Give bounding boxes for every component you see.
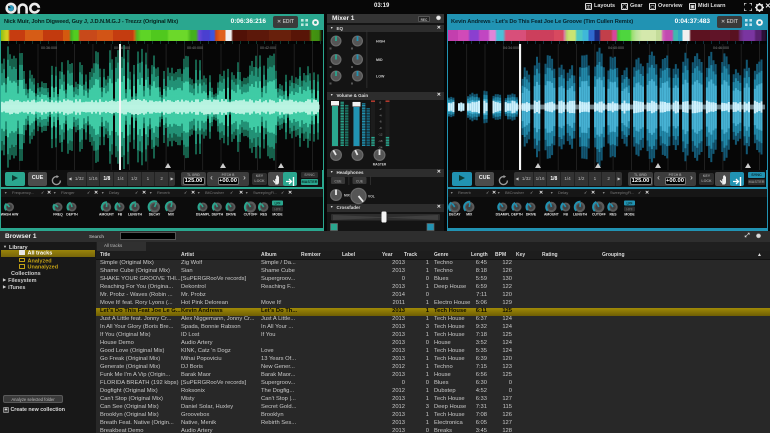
svg-text:VOL: VOL (368, 195, 375, 199)
svg-text:04:34:000: 04:34:000 (503, 46, 519, 50)
svg-text:-2: -2 (379, 107, 382, 111)
svg-text:-6: -6 (379, 120, 382, 124)
svg-text:DEPTH: DEPTH (212, 212, 224, 216)
svg-text:00:38:000: 00:38:000 (114, 46, 130, 50)
svg-text:RES: RES (610, 212, 618, 216)
svg-text:00:36:000: 00:36:000 (41, 46, 57, 50)
svg-text:DECAY: DECAY (449, 212, 461, 216)
svg-text:MIX: MIX (344, 194, 351, 198)
svg-text:04:40:000: 04:40:000 (608, 46, 624, 50)
svg-text:-12: -12 (378, 133, 383, 137)
svg-text:MASTER: MASTER (373, 163, 387, 167)
svg-text:0: 0 (379, 101, 381, 105)
svg-text:00:42:000: 00:42:000 (260, 46, 276, 50)
svg-text:LOW: LOW (376, 75, 385, 79)
svg-text:CUTOFF: CUTOFF (592, 212, 606, 216)
svg-text:-9: -9 (379, 126, 382, 130)
svg-text:LPF: LPF (626, 201, 632, 205)
svg-text:HPF: HPF (274, 207, 280, 211)
svg-text:DRIVE: DRIVE (226, 212, 237, 216)
svg-text:-4: -4 (379, 113, 382, 117)
svg-text:WASH A/W: WASH A/W (1, 212, 19, 216)
svg-text:DECAY: DECAY (149, 212, 161, 216)
svg-text:DSAMPL: DSAMPL (196, 212, 210, 216)
svg-text:CUE: CUE (334, 179, 342, 183)
svg-text:DRIVE: DRIVE (526, 212, 537, 216)
svg-text:MODE: MODE (272, 212, 283, 216)
svg-text:LPF: LPF (274, 201, 280, 205)
svg-text:FB: FB (563, 212, 568, 216)
svg-text:-18: -18 (378, 139, 383, 143)
svg-text:MIX: MIX (168, 212, 175, 216)
svg-text:DEPTH: DEPTH (511, 212, 523, 216)
svg-text:FB: FB (118, 212, 123, 216)
svg-text:AMOUNT: AMOUNT (99, 212, 115, 216)
svg-text:AMOUNT: AMOUNT (544, 212, 560, 216)
svg-text:LENGTH: LENGTH (573, 212, 587, 216)
svg-text:-24: -24 (378, 145, 383, 149)
svg-text:CUE: CUE (356, 179, 364, 183)
svg-text:MIX: MIX (466, 212, 473, 216)
svg-text:04:46:000: 04:46:000 (713, 46, 729, 50)
svg-text:FREQ: FREQ (53, 212, 63, 216)
svg-text:HPF: HPF (626, 207, 632, 211)
svg-text:MID: MID (376, 58, 383, 62)
svg-text:MODE: MODE (624, 212, 635, 216)
svg-text:00:40:000: 00:40:000 (187, 46, 203, 50)
svg-text:DSAMPL: DSAMPL (496, 212, 510, 216)
svg-text:HIGH: HIGH (376, 40, 385, 44)
svg-text:DEPTH: DEPTH (66, 212, 78, 216)
svg-text:LENGTH: LENGTH (128, 212, 142, 216)
svg-text:CUTOFF: CUTOFF (244, 212, 258, 216)
svg-text:RES: RES (260, 212, 268, 216)
